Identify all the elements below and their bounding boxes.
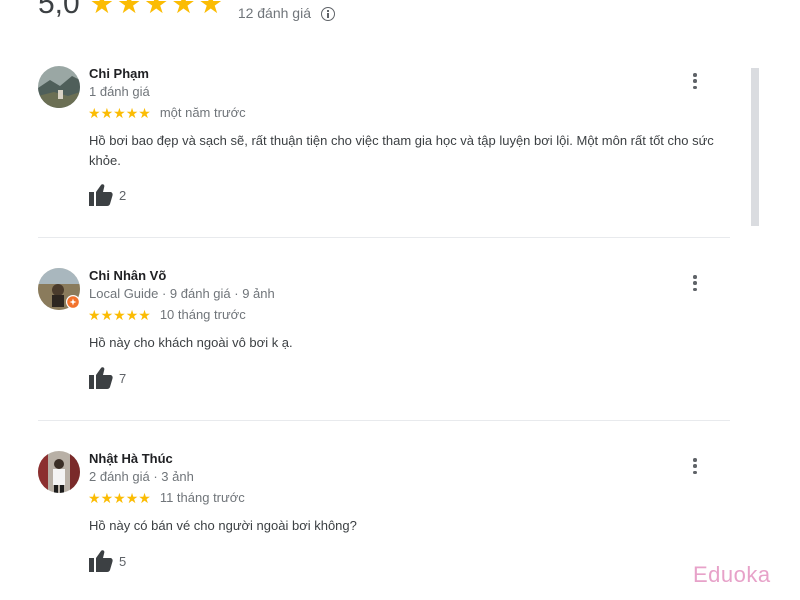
star-icon: ★ xyxy=(198,0,223,19)
star-icon: ★ xyxy=(88,104,101,121)
review-date: 10 tháng trước xyxy=(159,307,246,322)
thumbs-up-icon xyxy=(89,367,113,389)
avatar[interactable] xyxy=(38,451,80,493)
star-icon: ★ xyxy=(89,0,114,19)
star-icon: ★ xyxy=(113,306,126,323)
star-icon: ★ xyxy=(144,0,169,19)
avatar[interactable] xyxy=(38,66,80,108)
star-icon: ★ xyxy=(125,104,139,121)
info-icon[interactable] xyxy=(321,7,335,21)
star-icon: ★ xyxy=(138,306,151,323)
like-button[interactable]: 2 xyxy=(89,184,126,206)
more-options-icon[interactable] xyxy=(689,73,701,89)
review-date: 11 tháng trước xyxy=(159,490,245,505)
star-icon: ★ xyxy=(171,0,196,19)
thumbs-up-icon xyxy=(89,550,113,572)
reviewer-meta: 1 đánh giá xyxy=(89,84,150,99)
reviewer-meta: Local Guide · 9 đánh giá · 9 ảnh xyxy=(89,286,275,301)
star-icon: ★ xyxy=(113,489,126,506)
star-icon: ★ xyxy=(88,306,101,323)
average-rating: 5,0 xyxy=(38,0,80,20)
star-icon: ★ xyxy=(138,104,151,121)
review-text: Hồ này cho khách ngoài vô bơi k ạ. xyxy=(89,335,293,350)
review-text: Hồ bơi bao đẹp và sạch sẽ, rất thuận tiệ… xyxy=(89,133,714,168)
star-icon: ★ xyxy=(125,306,139,323)
review-date: một năm trước xyxy=(159,105,246,120)
more-options-icon[interactable] xyxy=(689,458,701,474)
reviewer-name[interactable]: Chi Phạm xyxy=(89,66,149,81)
divider xyxy=(38,237,730,238)
more-options-icon[interactable] xyxy=(689,275,701,291)
review-card: Chi Phạm 1 đánh giá ★ ★ ★ ★ ★ một năm trước … xyxy=(38,66,730,216)
rating-summary: 5,0 ★ ★ ★ ★ ★ 12 đánh giá xyxy=(38,0,335,24)
watermark-logo: Eduoka xyxy=(693,562,771,587)
review-rating: ★ ★ ★ ★ ★ một năm trước xyxy=(88,105,246,120)
review-rating: ★ ★ ★ ★ ★ 10 tháng trước xyxy=(88,307,246,322)
star-icon: ★ xyxy=(88,489,101,506)
star-icon: ★ xyxy=(100,489,114,506)
review-text: Hồ này có bán vé cho người ngoài bơi khô… xyxy=(89,518,357,533)
thumbs-up-icon xyxy=(89,184,113,206)
star-icon: ★ xyxy=(138,489,151,506)
like-button[interactable]: 5 xyxy=(89,550,126,572)
star-icon: ★ xyxy=(113,104,126,121)
reviewer-name[interactable]: Chi Nhân Võ xyxy=(89,268,166,283)
reviewer-name[interactable]: Nhật Hà Thúc xyxy=(89,451,173,466)
star-icon: ★ xyxy=(100,104,114,121)
review-rating: ★ ★ ★ ★ ★ 11 tháng trước xyxy=(88,490,245,505)
star-icon: ★ xyxy=(125,489,139,506)
average-stars: ★ ★ ★ ★ ★ xyxy=(90,0,226,18)
review-card: Chi Nhân Võ Local Guide · 9 đánh giá · 9… xyxy=(38,268,730,398)
scrollbar-thumb[interactable] xyxy=(751,68,759,226)
star-icon: ★ xyxy=(100,306,114,323)
review-card: Nhật Hà Thúc 2 đánh giá · 3 ảnh ★ ★ ★ ★ ★ 11… xyxy=(38,451,730,581)
like-count: 2 xyxy=(119,187,127,203)
like-button[interactable]: 7 xyxy=(89,367,126,389)
review-count-link[interactable]: 12 đánh giá xyxy=(238,5,311,21)
like-count: 7 xyxy=(119,370,127,386)
star-icon: ★ xyxy=(116,0,142,19)
local-guide-badge-icon xyxy=(66,295,80,309)
like-count: 5 xyxy=(119,553,127,569)
reviewer-meta: 2 đánh giá · 3 ảnh xyxy=(89,469,194,484)
divider xyxy=(38,420,730,421)
